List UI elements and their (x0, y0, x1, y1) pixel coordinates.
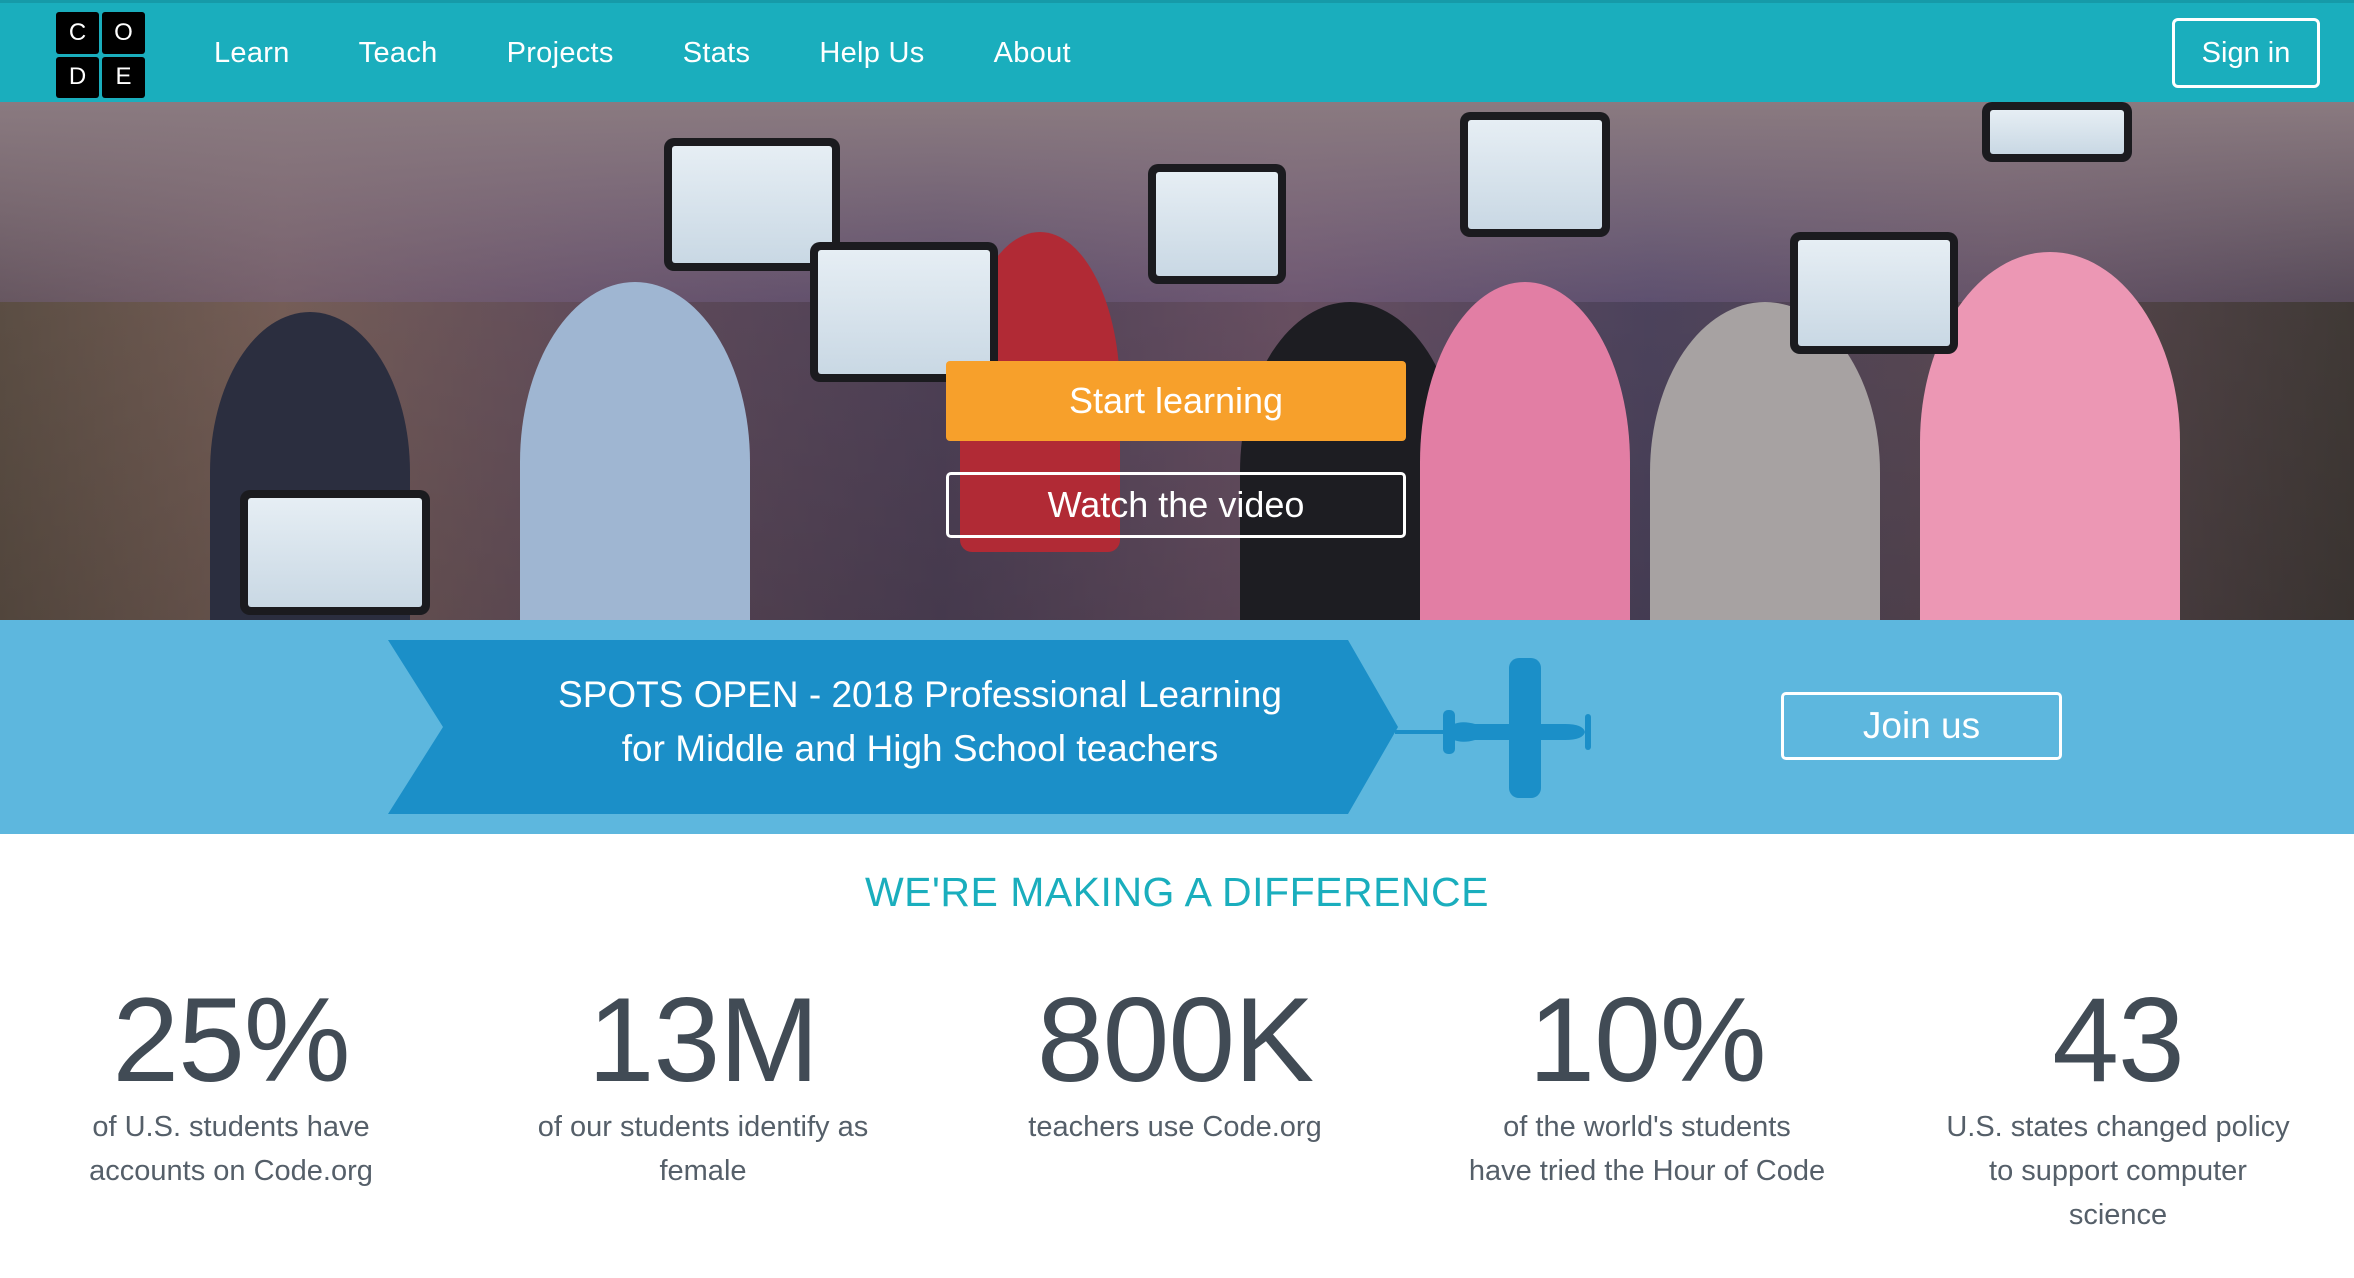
nav-teach[interactable]: Teach (359, 37, 438, 70)
stat-number: 13M (587, 973, 819, 1107)
logo-letter-c: C (56, 12, 99, 54)
stat-description-line: of U.S. students have (92, 1111, 370, 1143)
nav-help-us[interactable]: Help Us (819, 37, 924, 70)
watch-video-button[interactable]: Watch the video (946, 472, 1406, 538)
stat-number: 25% (112, 973, 350, 1107)
main-nav: Learn Teach Projects Stats Help Us About (214, 3, 1140, 103)
stat-number: 10% (1528, 973, 1766, 1107)
airplane-icon (1395, 658, 1591, 798)
logo-letter-d: D (56, 56, 99, 98)
stat-number: 43 (2052, 973, 2184, 1107)
stat-description-line: to support computer (1989, 1155, 2247, 1187)
nav-about[interactable]: About (994, 37, 1071, 70)
promo-banner: SPOTS OPEN - 2018 Professional Learning … (0, 620, 2354, 834)
promo-text[interactable]: SPOTS OPEN - 2018 Professional Learning … (440, 668, 1400, 776)
logo-letter-o: O (102, 12, 145, 54)
top-navbar: C O D E Learn Teach Projects Stats Help … (0, 0, 2354, 102)
logo-letter-e: E (102, 56, 145, 98)
stat-description-line: of the world's students (1503, 1111, 1791, 1143)
nav-projects[interactable]: Projects (507, 37, 614, 70)
stat-states-policy: 43 U.S. states changed policy to support… (1918, 975, 2318, 1237)
stat-description-line: science (2068, 1199, 2168, 1231)
stat-female-students: 13M of our students identify as female (503, 975, 903, 1193)
promo-line-2: for Middle and High School teachers (621, 728, 1219, 769)
stat-number: 800K (1036, 973, 1314, 1107)
join-us-button[interactable]: Join us (1781, 692, 2062, 760)
stat-students-accounts: 25% of U.S. students have accounts on Co… (31, 975, 431, 1193)
nav-stats[interactable]: Stats (683, 37, 751, 70)
promo-line-1: SPOTS OPEN - 2018 Professional Learning (558, 674, 1282, 715)
stat-description-line: accounts on Code.org (89, 1155, 373, 1187)
stats-heading: WE'RE MAKING A DIFFERENCE (864, 869, 1490, 915)
stat-description-line: teachers use Code.org (1028, 1111, 1322, 1143)
stat-description-line: female (659, 1155, 747, 1187)
stat-description-line: have tried the Hour of Code (1468, 1155, 1826, 1187)
sign-in-button[interactable]: Sign in (2172, 18, 2320, 88)
stat-description-line: of our students identify as (537, 1111, 869, 1143)
hero-banner: Start learning Watch the video (0, 102, 2354, 620)
stat-description-line: U.S. states changed policy (1946, 1111, 2290, 1143)
stat-hour-of-code: 10% of the world's students have tried t… (1447, 975, 1847, 1193)
start-learning-button[interactable]: Start learning (946, 361, 1406, 441)
code-org-logo[interactable]: C O D E (56, 12, 145, 98)
stat-teachers: 800K teachers use Code.org (975, 975, 1375, 1149)
nav-learn[interactable]: Learn (214, 37, 290, 70)
